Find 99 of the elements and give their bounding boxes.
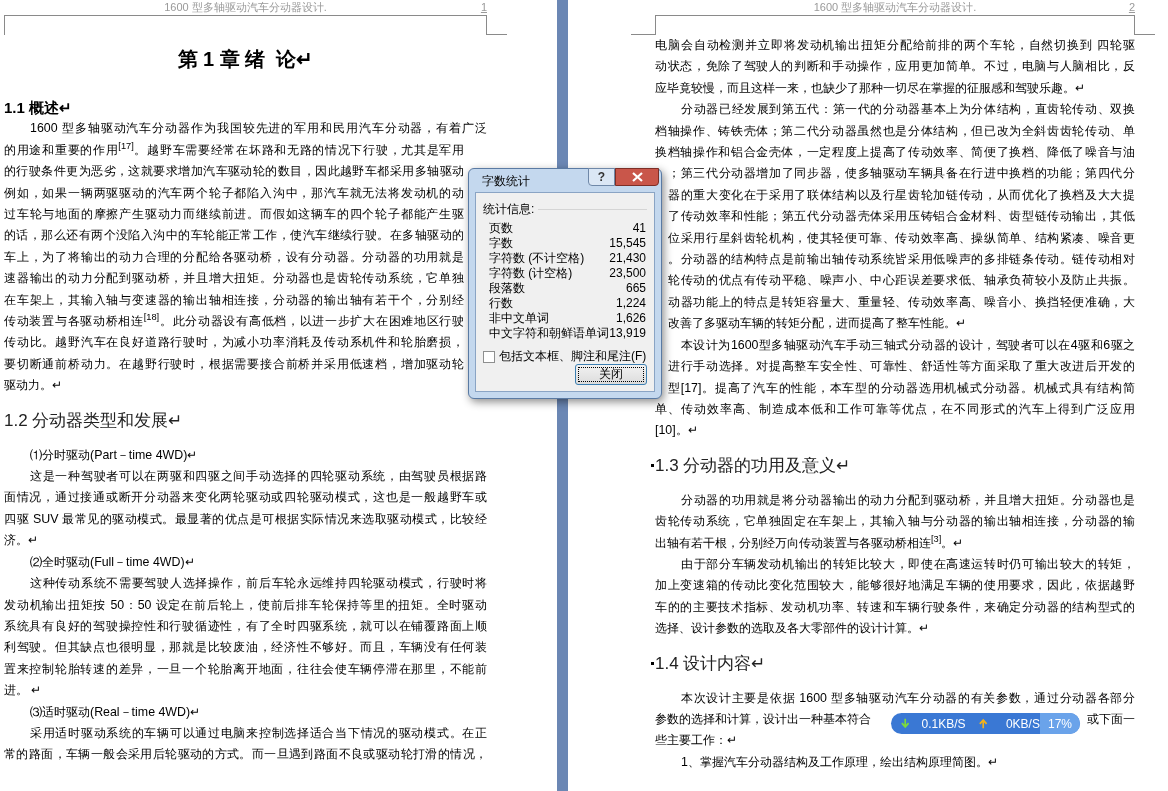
body-text-line: 改善了多驱动车辆的转矩分配，进而提高了整车性能。↵ [668, 315, 967, 333]
group-label: 统计信息: [483, 202, 535, 217]
body-text-line: 济。↵ [4, 532, 39, 550]
body-text-line: 分动器的功用就是将分动器输出的动力分配到驱动桥，并且增大扭矩。分动器也是 [680, 491, 1135, 509]
body-text-line: ⑶适时驱动(Real－time 4WD)↵ [29, 703, 202, 721]
stat-label: 页数 [489, 221, 513, 236]
page-header-text: 1600 型多轴驱动汽车分动器设计. [813, 1, 977, 13]
chapter-title: 第 1 章 绪 论↵ [176, 47, 315, 72]
body-text-line: 采用适时驱动系统的车辆可以通过电脑来控制选择适合当下情况的驱动模式。在正 [29, 724, 487, 742]
body-text-line: 型[17]。提高了汽车的性能，本车型的分动器选用机械式分动器。机械式具有结构简 [668, 379, 1135, 397]
stat-value: 23,500 [609, 266, 646, 281]
body-text-line: 了传动效率和性能；第五代分动器壳体采用压铸铝合金材料、齿型链传动输出，其低 [668, 208, 1135, 226]
body-text-line: 面情况，通过接通或断开分动器来变化两轮驱动或四轮驱动模式，这也是一般越野车或 [4, 489, 487, 507]
body-text-line: 置来控制轮胎转速的差异，一旦一个轮胎离开地面，往往会使车辆停滞在那里，不能前 [4, 660, 487, 678]
cpu-usage: 17% [1039, 713, 1080, 734]
body-text-line: 出轴有若干根，分别经万向传动装置与各驱动桥相连$^{[3]}$。↵ [655, 532, 965, 552]
body-text-line: 传动装置与各驱动桥相连$^{[18]}$。此分动器设有高低档，以进一步扩大在困难地区行驶 [4, 311, 464, 331]
stat-label: 非中文单词 [489, 311, 549, 326]
body-text-line: 分动器已经发展到第五代：第一代的分动器基本上为分体结构，直齿轮传动、双换 [680, 101, 1135, 119]
body-text-line: 。分动器的结构特点是前输出轴传动系统皆采用低噪声的多排链条传动。链传动相对 [668, 251, 1135, 269]
body-text-line: 进。 ↵ [4, 682, 43, 700]
stat-value: 1,626 [615, 311, 646, 326]
body-text-line: 1、掌握汽车分动器结构及工作原理，绘出结构原理简图。↵ [680, 753, 999, 771]
body-text-line: 车上，为了将输出的动力合理的分配给各驱动桥，设有分动器。分动器的功用就是 [4, 248, 464, 266]
section-heading: 1.2 分动器类型和发展↵ [3, 409, 184, 432]
body-text-line: 四驱 SUV 最常见的驱动模式。最显著的优点是可根据实际情况来选取驱动模式，比较经 [4, 510, 487, 528]
body-text-line: 由于部分车辆发动机输出的转矩比较大，即使在高速运转时仍可输出较大的转矩， [680, 555, 1135, 573]
body-text-line: 动器功能上的特点是转矩容量大、重量轻、传动效率高、噪音小、换挡轻便准确，大 [668, 293, 1135, 311]
body-text-line: 这种传动系统不需要驾驶人选择操作，前后车轮永远维持四轮驱动模式，行驶时将 [29, 575, 487, 593]
body-text-line: 单、传动效率高、制造成本低和工作可靠等优点，在不同形式的汽车上得到广泛应用 [655, 400, 1135, 418]
body-text-line: 系统具有良好的驾驶操控性和行驶循迹性，有了全时四驱系统，就可以在铺覆路面上顺 [4, 617, 487, 635]
body-text-line: 应毕竟较慢，而且这样一来，也缺少了那种一切尽在掌握的征服感和驾驶乐趣。↵ [655, 79, 1086, 97]
body-text-line: 的行驶条件更为恶劣，这就要求增加汽车驱动轮的数目，因此越野车都采用多轴驱动 [4, 163, 464, 181]
body-text-line: 1600 型多轴驱动汽车分动器作为我国较先进的军用和民用汽车分动器，有着广泛 [29, 120, 487, 138]
download-arrow-icon [901, 718, 910, 729]
body-text-line: 齿轮传动系统，它单独固定在车架上，其输入轴与分动器的输出轴相连接，分动器的输 [655, 513, 1135, 531]
body-text-line: 的话，那么还有两个没陷入沟中的车轮能正常工作，使汽车继续行驶。在多轴驱动的 [4, 227, 464, 245]
body-text-line: 的用途和重要的作用$^{[17]}$。越野车需要经常在坏路和无路的情况下行驶，尤其是军用 [4, 140, 464, 159]
body-text-line: 本次设计主要是依据 1600 型多轴驱动汽车分动器的有关参数，通过分动器各部分 [680, 689, 1135, 707]
close-button[interactable] [615, 168, 659, 186]
stat-value: 1,224 [615, 296, 646, 311]
download-speed: 0.1KB/S [921, 715, 966, 733]
body-text-line: 在车架上，其输入轴与变速器的输出轴相连接，分动器的输出轴有若干个，分别经 [4, 291, 464, 309]
body-text-line: 档轴操作、铸铁壳体；第二代分动器虽然也是分体结构，但已改为全斜齿齿轮传动、单 [655, 122, 1135, 140]
body-text-line: 进行手动选择。对提高整车安全性、可靠性、舒适性等方面采取了重大改进后开发的 [668, 358, 1135, 376]
body-text-line: 例如，如果一辆两驱驱动的汽车两个轮子都陷入沟中，那汽车就无法将发动机的动 [4, 184, 464, 202]
stat-value: 41 [632, 221, 646, 236]
body-text-line: 动状态，免除了驾驶人的判断和手动操作，应用更加简单。不过，电脑与人脑相比，反 [655, 58, 1135, 76]
close-icon [631, 172, 643, 182]
stat-label: 字符数 (计空格) [489, 266, 573, 281]
body-text-fragment: 或下面一 [1087, 710, 1135, 728]
body-text-line: 要切断通前桥动力。在越野行驶时，根据需要接合前桥并采用低速档，增加驱动轮 [4, 355, 464, 373]
page-number: 2 [1128, 1, 1135, 13]
body-text-line: 常的路面，车辆一般会采用后轮驱动的方式。而一旦遇到路面不良或驱动轮打滑的情况， [4, 746, 487, 764]
body-text-line: 换档轴操作和铝合金壳体，一定程度上提高了传动效率、简便了换档、降低了噪音与油 [655, 144, 1135, 162]
body-text-line: 选择、设计参数的选取及各大零部件的设计计算。↵ [655, 620, 930, 638]
body-text-line: 些主要工作：↵ [655, 732, 738, 750]
body-text-line: 电脑会自动检测并立即将发动机输出扭矩分配给前排的两个车轮，自然切换到 四轮驱 [655, 37, 1135, 54]
body-text-fragment: 参数的选择和计算，设计出一种基本符合 [655, 710, 871, 728]
stat-label: 段落数 [489, 281, 525, 296]
dialog-title: 字数统计 [482, 174, 530, 188]
stat-label: 字符数 (不计空格) [489, 251, 585, 266]
help-button[interactable]: ? [588, 168, 615, 186]
body-text-line: 驱动力。↵ [4, 377, 63, 395]
checkbox-label: 包括文本框、脚注和尾注(F) [499, 349, 647, 364]
body-text-line: 加上变速箱的传动比变化范围较大，能够很好地满足车辆的使用要求，因此，依据越野 [655, 577, 1135, 595]
section-heading: 1.1 概述↵ [4, 98, 74, 118]
body-text-line: 利驾驶。但其缺点也很明显，那就是比较废油，经济性不够好。而且，车辆没有任何装 [4, 639, 487, 657]
page-header-text: 1600 型多轴驱动汽车分动器设计. [164, 1, 327, 13]
upload-arrow-icon [979, 718, 988, 729]
page-number: 1 [480, 1, 487, 13]
body-text-line: 过车轮与地面的摩擦产生驱动力而继续前进。而假如这辆车的四个轮子都能产生驱 [4, 206, 464, 223]
body-text-line: 车的的主要技术指标、发动机功率、转速和车辆行驶条件，来确定分动器的结构型式的 [655, 598, 1135, 616]
body-text-line: 发动机输出扭矩按 50：50 设定在前后轮上，使前后排车轮保持等里的扭矩。全时驱动 [4, 596, 487, 614]
stat-value: 21,430 [609, 251, 646, 266]
body-text-line: 这是一种驾驶者可以在两驱和四驱之间手动选择的四轮驱动系统，由驾驶员根据路 [29, 468, 487, 486]
section-heading: 1.4 设计内容↵ [651, 639, 1135, 688]
stat-label: 字数 [489, 236, 513, 251]
upload-speed: 0KB/S [1005, 715, 1040, 733]
close-dialog-button[interactable]: 关闭 [575, 364, 647, 385]
body-text-line: ⑴分时驱动(Part－time 4WD)↵ [29, 446, 199, 464]
section-heading: 1.3 分动器的功用及意义↵ [651, 441, 1135, 490]
body-text-line: 器的重大变化在于采用了联体结构以及行星齿轮加链传动，从而优化了换档及大大提 [668, 186, 1135, 204]
body-text-line: ；第三代分动器增加了同步器，使多轴驱动车辆具备在行进中换档的功能；第四代分 [668, 165, 1135, 183]
body-text-line: [10]。↵ [655, 422, 699, 440]
checkbox[interactable] [483, 350, 495, 363]
stat-label: 中文字符和朝鲜语单词 [489, 326, 609, 341]
stat-value: 13,919 [609, 326, 646, 341]
body-text-line: 速器输出的动力分配到驱动桥，并且增大扭矩。分动器也是齿轮传动系统，它单独 [4, 270, 464, 288]
body-text-line: ⑵全时驱动(Full－time 4WD)↵ [29, 553, 196, 571]
stat-value: 665 [625, 281, 646, 296]
stat-label: 行数 [489, 296, 513, 311]
stat-value: 15,545 [609, 236, 646, 251]
body-text-line: 位采用行星斜齿轮机构，使其轻便可靠、传动效率高、操纵简单、结构紧凑、噪音更 [668, 229, 1135, 247]
body-text-line: 传动比。越野汽车在良好道路行驶时，为减小功率消耗及传动系机件和轮胎磨损， [4, 334, 464, 352]
heading-bullet-icon [651, 463, 654, 467]
body-text-line: 轮传动的优点有传动平稳、噪声小、中心距误差要求低、轴承负荷较小及防止共振。 [668, 272, 1135, 290]
heading-bullet-icon [651, 661, 654, 665]
body-text-line: 本设计为1600型多轴驱动汽车手动三轴式分动器的设计，驾驶者可以在4驱和6驱之 [680, 336, 1135, 354]
